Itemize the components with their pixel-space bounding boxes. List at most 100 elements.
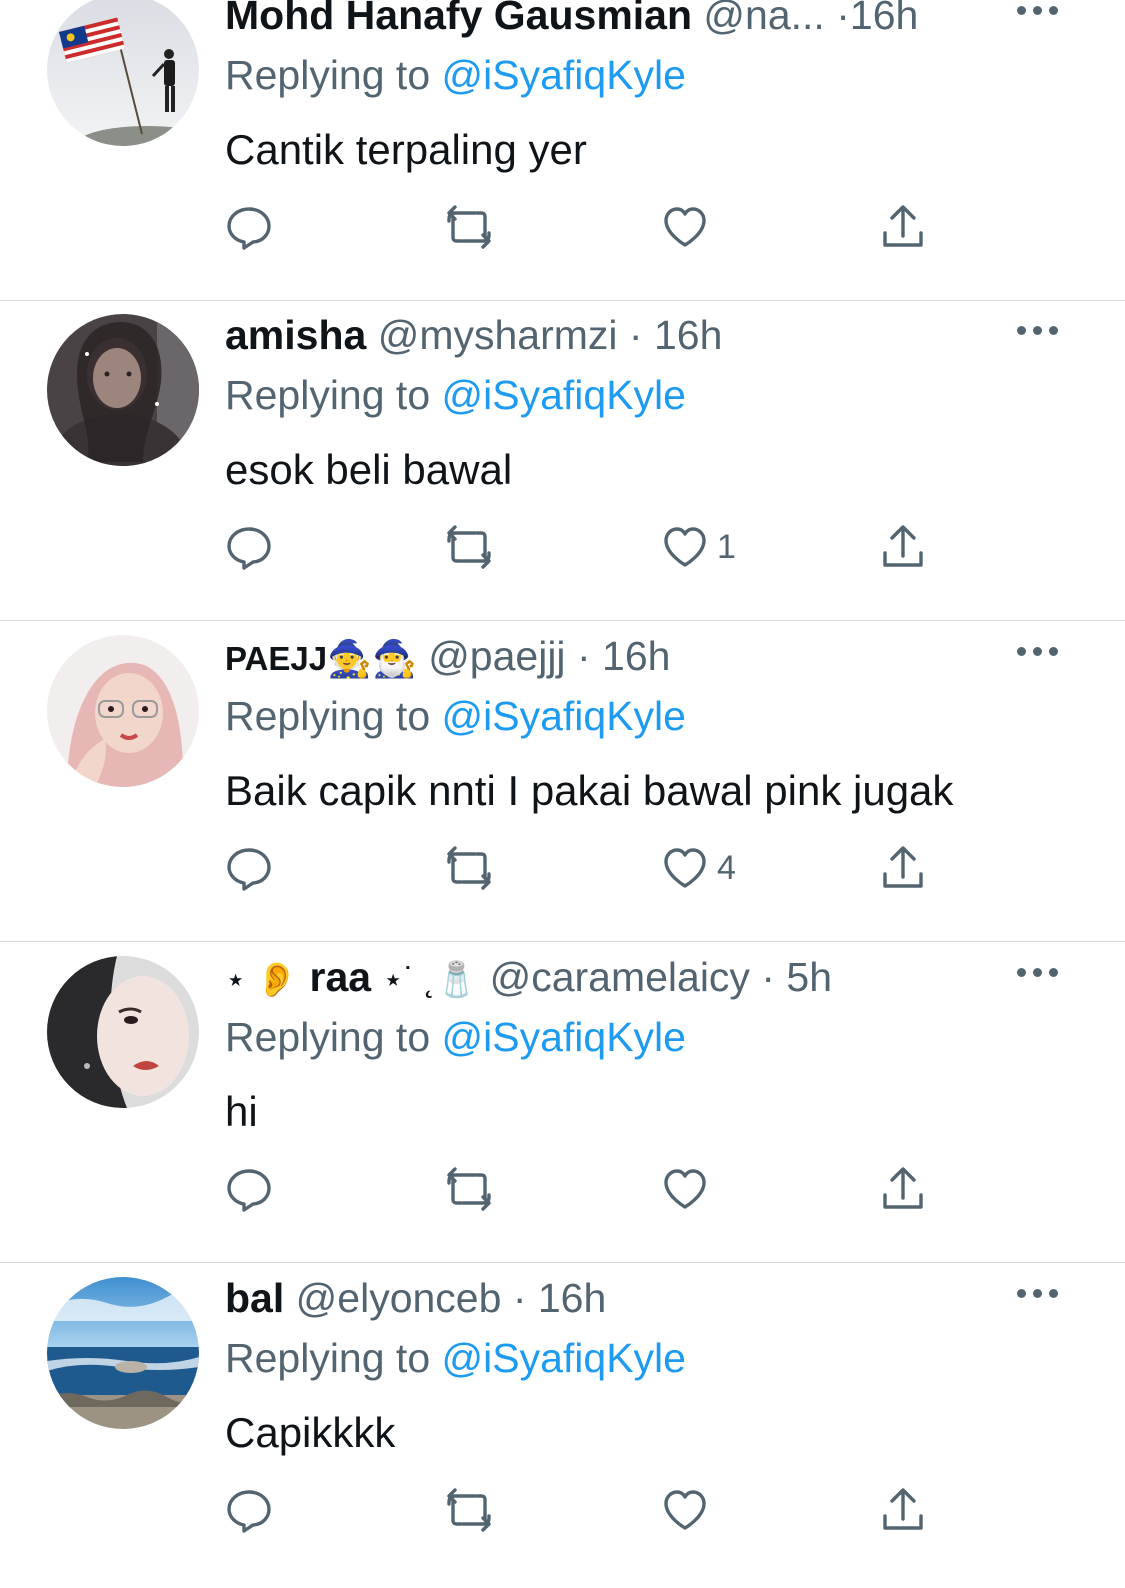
user-handle[interactable]: @paejjj	[428, 633, 565, 679]
user-handle[interactable]: @mysharmzi	[378, 312, 618, 358]
replying-to: Replying to @iSyafiqKyle	[225, 372, 686, 418]
more-icon[interactable]	[1017, 1289, 1059, 1301]
avatar-image	[47, 0, 199, 146]
reply-button[interactable]	[225, 522, 273, 572]
retweet-button[interactable]	[441, 843, 497, 893]
time-separator: ·	[836, 0, 850, 38]
share-icon	[883, 1488, 923, 1530]
tweet-header: PAEJJ🧙🧙‍♂️ @paejjj · 16h	[225, 633, 1025, 679]
user-handle[interactable]: @caramelaicy	[490, 954, 750, 1000]
time-separator: ·	[512, 1275, 527, 1321]
replying-to: Replying to @iSyafiqKyle	[225, 693, 686, 739]
like-button[interactable]: 4	[661, 843, 736, 893]
avatar-image	[47, 635, 199, 787]
avatar-image	[47, 1277, 199, 1429]
tweet-text: Capikkkk	[225, 1409, 396, 1456]
share-button[interactable]	[879, 522, 927, 572]
like-button[interactable]	[661, 202, 717, 252]
avatar[interactable]	[47, 1277, 199, 1429]
like-button[interactable]	[661, 1485, 717, 1535]
replying-to: Replying to @iSyafiqKyle	[225, 52, 686, 98]
tweet-text: Cantik terpaling yer	[225, 126, 587, 173]
user-handle[interactable]: @na...	[703, 0, 824, 38]
time-separator: ·	[628, 312, 643, 358]
more-icon[interactable]	[1017, 326, 1059, 338]
replying-label: Replying to	[225, 1335, 431, 1381]
retweet-button[interactable]	[441, 1485, 497, 1535]
display-name[interactable]: amisha	[225, 312, 366, 358]
tweet-header: ⋆ 👂 raa ⋆˙ ˛🧂 @caramelaicy · 5h	[225, 954, 1025, 1000]
share-button[interactable]	[879, 1164, 927, 1214]
tweet-reply[interactable]: amisha @mysharmzi · 16h Replying to @iSy…	[0, 300, 1125, 621]
name-decoration: ⋆ 👂	[225, 961, 299, 1000]
timestamp[interactable]: 16h	[654, 312, 722, 358]
share-icon	[883, 525, 923, 567]
time-separator: ·	[576, 633, 591, 679]
retweet-icon	[447, 1167, 491, 1211]
retweet-icon	[447, 846, 491, 890]
reply-icon	[227, 1169, 271, 1212]
reply-button[interactable]	[225, 202, 273, 252]
like-button[interactable]	[661, 1164, 717, 1214]
action-bar: 4	[225, 843, 935, 893]
avatar[interactable]	[47, 635, 199, 787]
like-icon	[664, 1490, 706, 1530]
retweet-icon	[447, 1488, 491, 1532]
timestamp[interactable]: 5h	[786, 954, 832, 1000]
avatar[interactable]	[47, 0, 199, 146]
reply-button[interactable]	[225, 1485, 273, 1535]
display-name[interactable]: PAEJJ	[225, 640, 327, 677]
like-count: 4	[717, 848, 736, 887]
replying-to: Replying to @iSyafiqKyle	[225, 1335, 686, 1381]
tweet-reply[interactable]: PAEJJ🧙🧙‍♂️ @paejjj · 16h Replying to @iS…	[0, 621, 1125, 942]
mention-link[interactable]: @iSyafiqKyle	[442, 693, 686, 739]
share-icon	[883, 205, 923, 247]
timestamp[interactable]: 16h	[850, 0, 918, 38]
avatar-image	[47, 956, 199, 1108]
avatar-image	[47, 314, 199, 466]
user-handle[interactable]: @elyonceb	[296, 1275, 502, 1321]
like-button[interactable]: 1	[661, 522, 736, 572]
like-count: 1	[717, 527, 736, 566]
timestamp[interactable]: 16h	[538, 1275, 606, 1321]
share-icon	[883, 846, 923, 888]
timestamp[interactable]: 16h	[602, 633, 670, 679]
share-button[interactable]	[879, 843, 927, 893]
display-name[interactable]: bal	[225, 1275, 284, 1321]
reply-button[interactable]	[225, 1164, 273, 1214]
retweet-button[interactable]	[441, 202, 505, 252]
tweet-header: amisha @mysharmzi · 16h	[225, 312, 1025, 358]
mention-link[interactable]: @iSyafiqKyle	[442, 52, 686, 98]
action-bar: 1	[225, 522, 935, 572]
more-icon[interactable]	[1017, 647, 1059, 659]
reply-button[interactable]	[225, 843, 273, 893]
tweet-reply[interactable]: ⋆ 👂 raa ⋆˙ ˛🧂 @caramelaicy · 5h Replying…	[0, 942, 1125, 1263]
display-name[interactable]: raa	[309, 954, 371, 1000]
like-icon	[664, 527, 706, 567]
share-button[interactable]	[879, 1485, 927, 1535]
share-icon	[883, 1167, 923, 1209]
avatar[interactable]	[47, 956, 199, 1108]
retweet-button[interactable]	[441, 1164, 497, 1214]
tweet-reply[interactable]: Mohd Hanafy Gausmian @na... ·16h Replyin…	[0, 0, 1125, 301]
tweet-reply[interactable]: bal @elyonceb · 16h Replying to @iSyafiq…	[0, 1263, 1125, 1584]
more-icon[interactable]	[1017, 6, 1059, 18]
more-icon[interactable]	[1017, 968, 1059, 980]
display-name[interactable]: Mohd Hanafy Gausmian	[225, 0, 692, 38]
mention-link[interactable]: @iSyafiqKyle	[442, 372, 686, 418]
reply-icon	[227, 527, 271, 570]
tweet-text: Baik capik nnti I pakai bawal pink jugak	[225, 767, 954, 814]
mention-link[interactable]: @iSyafiqKyle	[442, 1335, 686, 1381]
share-button[interactable]	[879, 202, 927, 252]
action-bar	[225, 1164, 935, 1214]
tweet-text: hi	[225, 1088, 258, 1135]
replying-label: Replying to	[225, 693, 431, 739]
time-separator: ·	[761, 954, 775, 1000]
action-bar	[225, 202, 935, 252]
action-bar	[225, 1485, 935, 1535]
name-decoration: ⋆˙ ˛🧂	[382, 961, 479, 1000]
retweet-button[interactable]	[441, 522, 497, 572]
avatar[interactable]	[47, 314, 199, 466]
mention-link[interactable]: @iSyafiqKyle	[442, 1014, 686, 1060]
retweet-icon	[447, 525, 491, 569]
